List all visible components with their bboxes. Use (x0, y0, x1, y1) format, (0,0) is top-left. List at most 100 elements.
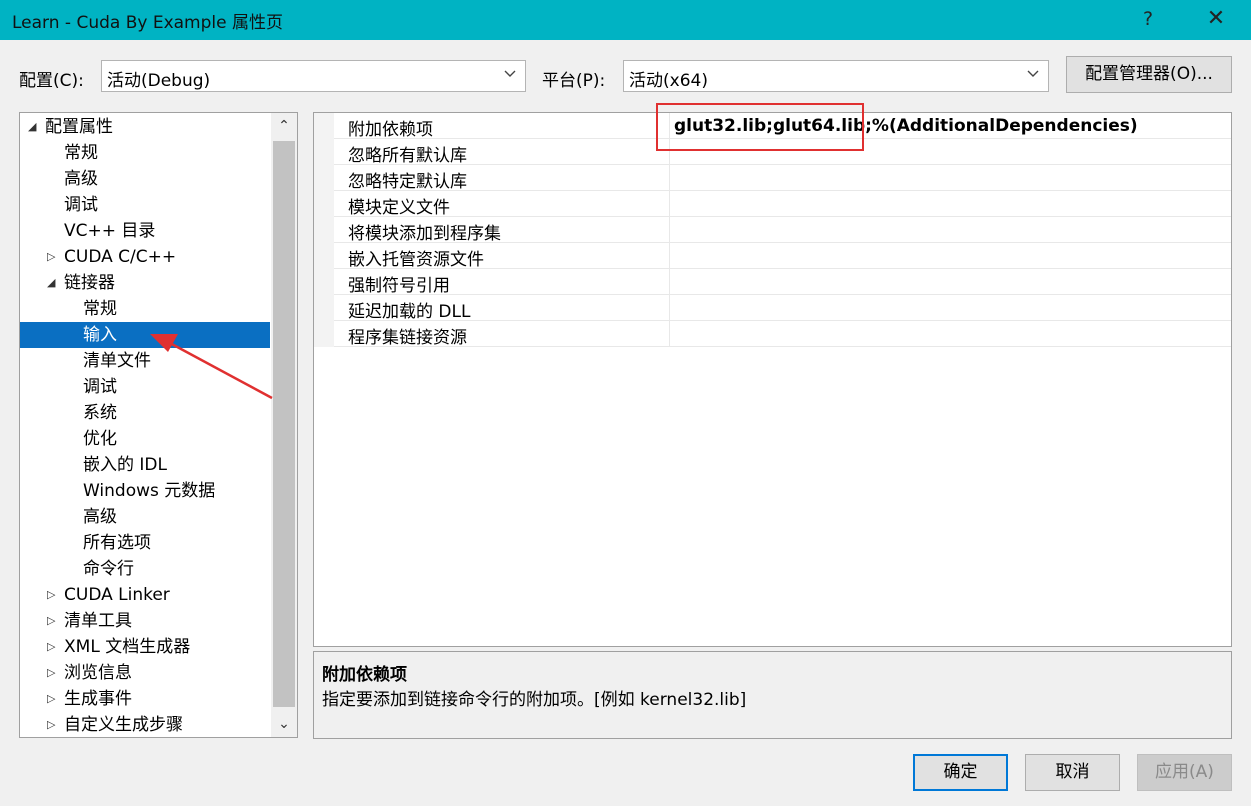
expand-icon[interactable]: ▷ (47, 244, 59, 270)
tree-item-label: 清单工具 (64, 611, 132, 631)
row-gutter (314, 113, 334, 139)
expand-icon[interactable]: ▷ (47, 660, 59, 686)
tree-item[interactable]: ▷ CUDA Linker (20, 582, 270, 608)
tree-item[interactable]: 高级 (20, 504, 270, 530)
property-row[interactable]: 将模块添加到程序集 (314, 217, 1231, 244)
property-name: 忽略特定默认库 (348, 172, 467, 192)
tree-item[interactable]: ◢ 链接器 (20, 270, 270, 296)
property-name: 延迟加载的 DLL (348, 302, 471, 322)
tree-item-label: 优化 (83, 429, 117, 449)
scroll-thumb[interactable] (273, 141, 295, 707)
tree-item[interactable]: 输入 (20, 322, 270, 348)
tree-item[interactable]: 系统 (20, 400, 270, 426)
apply-button[interactable]: 应用(A) (1137, 754, 1232, 791)
platform-value: 活动(x64) (629, 71, 708, 91)
tree-item[interactable]: ▷ 浏览信息 (20, 660, 270, 686)
collapse-icon[interactable]: ◢ (47, 270, 59, 296)
cancel-button[interactable]: 取消 (1025, 754, 1120, 791)
property-row[interactable]: 强制符号引用 (314, 269, 1231, 296)
row-gutter (314, 217, 334, 243)
column-divider (669, 243, 670, 269)
column-divider (669, 321, 670, 347)
tree-item[interactable]: VC++ 目录 (20, 218, 270, 244)
tree-item[interactable]: Windows 元数据 (20, 478, 270, 504)
config-manager-button[interactable]: 配置管理器(O)... (1066, 56, 1232, 93)
close-button[interactable]: ✕ (1196, 4, 1236, 34)
tree-item-label: CUDA Linker (64, 585, 170, 605)
property-row[interactable]: 程序集链接资源 (314, 321, 1231, 348)
row-gutter (314, 295, 334, 321)
tree-item-label: 常规 (64, 143, 98, 163)
description-title: 附加依赖项 (322, 665, 407, 685)
help-button[interactable]: ? (1128, 4, 1168, 34)
tree-item-label: 常规 (83, 299, 117, 319)
property-row[interactable]: 嵌入托管资源文件 (314, 243, 1231, 270)
chevron-down-icon (1027, 70, 1039, 77)
property-name: 嵌入托管资源文件 (348, 250, 484, 270)
property-tree: ▷ 自定义生成步骤 ▷ 生成事件 ▷ 浏览信息 ▷ XML 文档生成器 ▷ 清单工具 ▷ CUDA L… (19, 112, 298, 738)
tree-scrollbar[interactable]: ⌃ ⌄ (271, 113, 297, 737)
row-gutter (314, 243, 334, 269)
column-divider (669, 165, 670, 191)
config-select[interactable]: 活动(Debug) (101, 60, 526, 92)
scroll-up-icon[interactable]: ⌃ (271, 113, 297, 139)
tree-item[interactable]: 调试 (20, 192, 270, 218)
collapse-icon[interactable]: ◢ (28, 114, 40, 140)
tree-item[interactable]: ▷ XML 文档生成器 (20, 634, 270, 660)
tree-item-label: VC++ 目录 (64, 221, 156, 241)
property-row[interactable]: 延迟加载的 DLL (314, 295, 1231, 322)
config-value: 活动(Debug) (107, 71, 211, 91)
tree-item-label: 高级 (83, 507, 117, 527)
tree-item-label: 自定义生成步骤 (64, 715, 183, 735)
expand-icon[interactable]: ▷ (47, 608, 59, 634)
property-name: 模块定义文件 (348, 198, 450, 218)
scroll-down-icon[interactable]: ⌄ (271, 711, 297, 737)
column-divider (669, 217, 670, 243)
tree-item[interactable]: 高级 (20, 166, 270, 192)
platform-label: 平台(P): (542, 71, 606, 91)
description-text: 指定要添加到链接命令行的附加项。[例如 kernel32.lib] (322, 690, 747, 710)
property-row[interactable]: 忽略特定默认库 (314, 165, 1231, 192)
property-name: 强制符号引用 (348, 276, 450, 296)
property-grid: 附加依赖项 glut32.lib;glut64.lib;%(AdditionalD… (313, 112, 1232, 647)
tree-item[interactable]: 清单文件 (20, 348, 270, 374)
tree-item[interactable]: 常规 (20, 140, 270, 166)
tree-item-label: 浏览信息 (64, 663, 132, 683)
tree-item[interactable]: 命令行 (20, 556, 270, 582)
property-row[interactable]: 模块定义文件 (314, 191, 1231, 218)
tree-item[interactable]: ▷ 自定义生成步骤 (20, 712, 270, 737)
window-title: Learn - Cuda By Example 属性页 (12, 13, 283, 33)
tree-item-label: 命令行 (83, 559, 134, 579)
expand-icon[interactable]: ▷ (47, 582, 59, 608)
tree-item[interactable]: 常规 (20, 296, 270, 322)
property-name: 将模块添加到程序集 (348, 224, 501, 244)
property-name: 程序集链接资源 (348, 328, 467, 348)
tree-item-label: Windows 元数据 (83, 481, 216, 501)
column-divider (669, 191, 670, 217)
row-gutter (314, 139, 334, 165)
tree-item[interactable]: 优化 (20, 426, 270, 452)
tree-item[interactable]: ▷ 生成事件 (20, 686, 270, 712)
expand-icon[interactable]: ▷ (47, 634, 59, 660)
expand-icon[interactable]: ▷ (47, 712, 59, 737)
platform-select[interactable]: 活动(x64) (623, 60, 1049, 92)
property-name: 忽略所有默认库 (348, 146, 467, 166)
row-gutter (314, 165, 334, 191)
chevron-down-icon (504, 70, 516, 77)
column-divider (669, 269, 670, 295)
title-bar: Learn - Cuda By Example 属性页 ? ✕ (0, 0, 1251, 40)
column-divider (669, 295, 670, 321)
expand-icon[interactable]: ▷ (47, 686, 59, 712)
tree-item-label: 调试 (64, 195, 98, 215)
tree-item[interactable]: ▷ CUDA C/C++ (20, 244, 270, 270)
row-gutter (314, 321, 334, 347)
tree-item[interactable]: ▷ 清单工具 (20, 608, 270, 634)
ok-button[interactable]: 确定 (913, 754, 1008, 791)
tree-item-label: CUDA C/C++ (64, 247, 177, 267)
tree-item[interactable]: 嵌入的 IDL (20, 452, 270, 478)
tree-item-label: 所有选项 (83, 533, 151, 553)
tree-item[interactable]: 所有选项 (20, 530, 270, 556)
tree-item[interactable]: 调试 (20, 374, 270, 400)
config-row: 配置(C): 活动(Debug) 平台(P): 活动(x64) 配置管理器(O)… (0, 56, 1251, 96)
tree-item[interactable]: ◢ 配置属性 (20, 114, 270, 140)
